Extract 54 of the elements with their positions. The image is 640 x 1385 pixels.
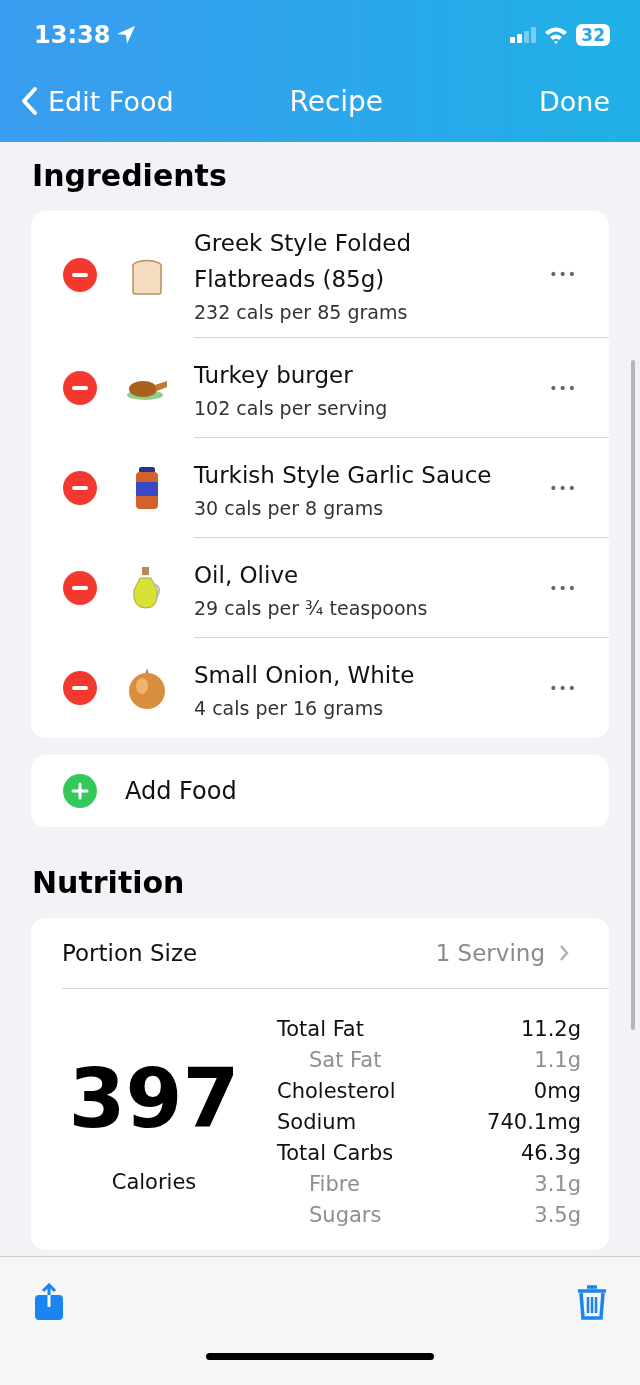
- section-title: Ingredients: [31, 157, 228, 195]
- portion-value: 1 Serving: [435, 940, 569, 966]
- calories-value: 397: [68, 1057, 240, 1140]
- chevron-right-icon: [559, 944, 569, 962]
- more-button[interactable]: •••: [549, 579, 577, 596]
- nutrient-value: 46.3g: [520, 1140, 581, 1165]
- portion-label: Portion Size: [62, 940, 198, 966]
- remove-button[interactable]: [63, 471, 97, 505]
- more-button[interactable]: •••: [549, 379, 577, 396]
- signal-icon: [510, 27, 537, 43]
- sauce-jar-icon: [134, 466, 160, 510]
- nutrient-label: Total Carbs: [277, 1140, 394, 1165]
- ingredient-name: Small Onion, White: [194, 661, 416, 690]
- ingredient-calories: 30 cals per 8 grams: [194, 496, 385, 519]
- screen-title: Recipe: [289, 84, 384, 118]
- portion-size-row[interactable]: Portion Size 1 Serving: [62, 918, 609, 989]
- wifi-icon: [544, 26, 569, 44]
- nutrient-value: 3.5g: [534, 1202, 581, 1227]
- more-button[interactable]: •••: [549, 479, 577, 496]
- remove-button[interactable]: [63, 571, 97, 605]
- nutrient-label: Sat Fat: [308, 1047, 382, 1072]
- ingredient-name: Oil, Olive: [194, 560, 300, 590]
- section-title: Nutrition: [31, 864, 186, 902]
- more-button[interactable]: •••: [549, 266, 577, 282]
- nutrient-label: Fibre: [308, 1171, 360, 1196]
- nutrient-value: 3.1g: [534, 1171, 581, 1196]
- nutrient-value: 11.2g: [520, 1016, 581, 1041]
- chevron-left-icon: [20, 86, 38, 116]
- battery-level: 32: [576, 24, 610, 46]
- nutrient-value: 0mg: [533, 1078, 581, 1103]
- share-button[interactable]: [34, 1283, 64, 1321]
- remove-button[interactable]: [63, 371, 97, 405]
- delete-button[interactable]: [576, 1283, 608, 1321]
- ingredient-calories: 4 cals per 16 grams: [194, 697, 385, 719]
- plus-icon: [63, 774, 97, 808]
- nutrient-label: Sugars: [308, 1202, 382, 1227]
- ingredient-calories: 29 cals per ¾ teaspoons: [194, 596, 429, 619]
- ingredient-calories: 232 cals per 85 grams: [194, 301, 409, 323]
- remove-button[interactable]: [63, 257, 97, 292]
- ingredient-name: Greek Style Folded Flatbreads (85g): [194, 229, 412, 294]
- status-time: 13:38: [34, 21, 137, 49]
- remove-button[interactable]: [63, 671, 97, 705]
- calories-label: Calories: [111, 1169, 197, 1194]
- ingredient-name: Turkish Style Garlic Sauce: [194, 460, 493, 490]
- nutrient-value: 1.1g: [534, 1047, 581, 1072]
- ingredient-calories: 102 cals per serving: [194, 396, 389, 419]
- nutrient-label: Sodium: [277, 1109, 357, 1134]
- more-button[interactable]: •••: [549, 680, 577, 696]
- nutrient-label: Total Fat: [277, 1016, 364, 1041]
- nutrient-label: Cholesterol: [277, 1078, 396, 1103]
- location-arrow-icon: [116, 25, 137, 45]
- nutrient-value: 740.1mg: [487, 1109, 581, 1134]
- ingredient-name: Turkey burger: [194, 360, 354, 390]
- add-food-button[interactable]: Add Food: [31, 755, 609, 827]
